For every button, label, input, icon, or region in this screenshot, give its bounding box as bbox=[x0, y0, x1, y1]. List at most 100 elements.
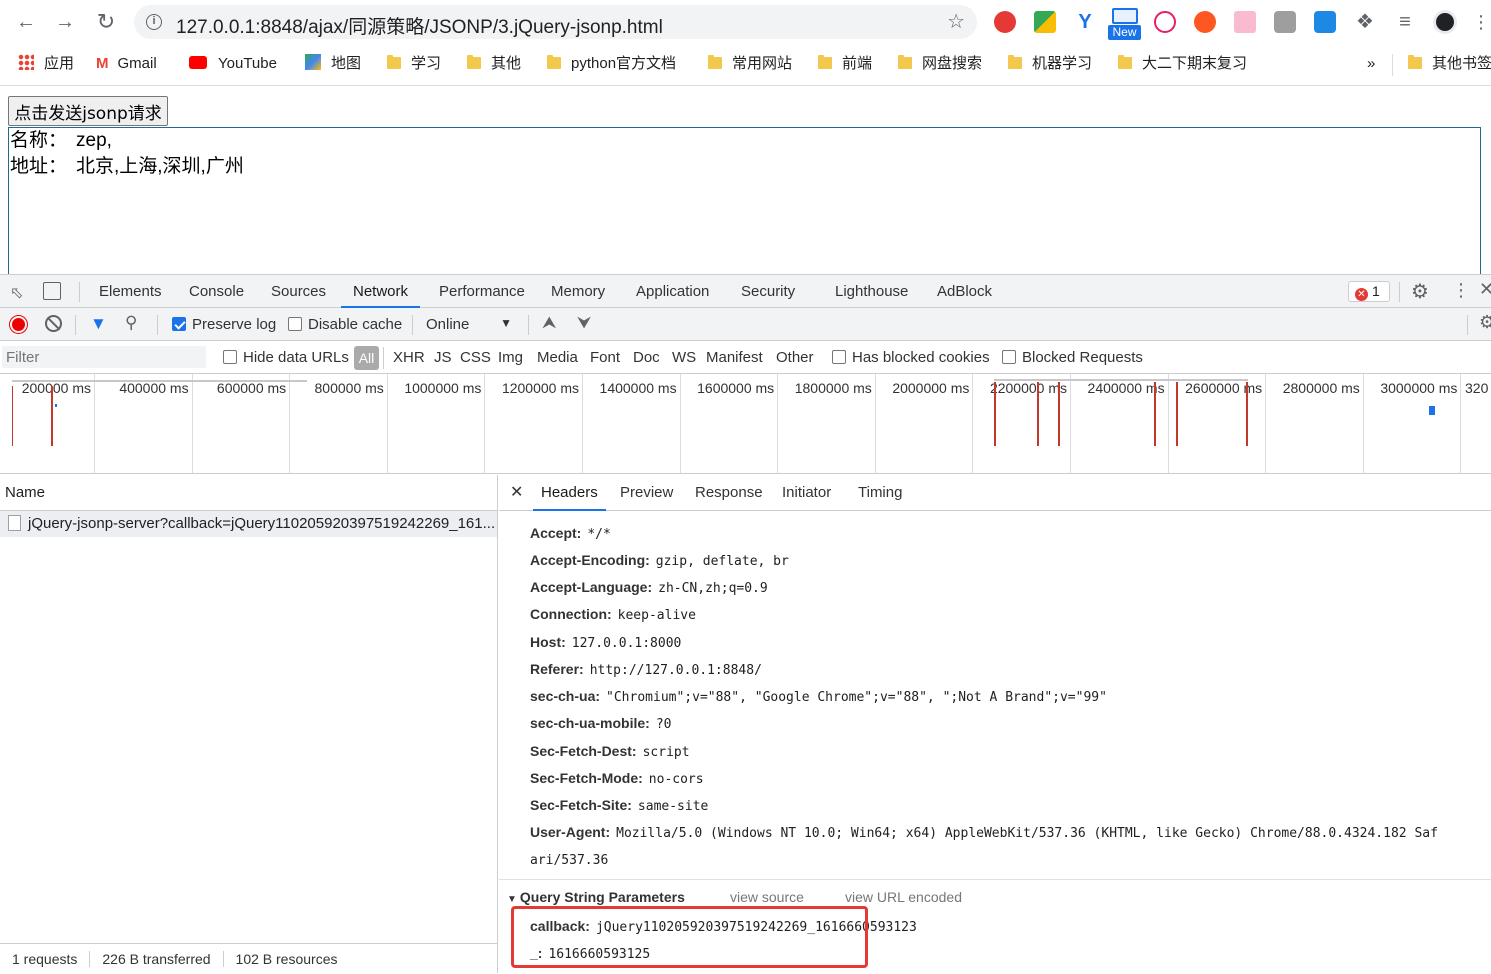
tab-performance[interactable]: Performance bbox=[439, 275, 525, 308]
network-overview-timeline[interactable]: 200000 ms 400000 ms 600000 ms 800000 ms 1000… bbox=[0, 374, 1491, 474]
bookmark-folder-frontend[interactable]: 前端 bbox=[818, 54, 872, 74]
reading-list-icon[interactable]: ≡ bbox=[1394, 11, 1416, 33]
tab-memory[interactable]: Memory bbox=[551, 275, 605, 308]
folder-icon bbox=[547, 55, 561, 69]
bookmark-folder-study[interactable]: 学习 bbox=[387, 54, 441, 74]
checkbox-checked-icon[interactable] bbox=[172, 317, 186, 331]
filter-funnel-icon[interactable]: ▼ bbox=[90, 314, 107, 334]
network-settings-icon[interactable]: ⚙ bbox=[1479, 312, 1491, 333]
type-filter-css[interactable]: CSS bbox=[460, 349, 491, 366]
checkbox-icon[interactable] bbox=[223, 350, 237, 364]
type-filter-xhr[interactable]: XHR bbox=[393, 349, 425, 366]
tab-application[interactable]: Application bbox=[636, 275, 709, 308]
request-row[interactable]: jQuery-jsonp-server?callback=jQuery11020… bbox=[0, 511, 497, 537]
type-filter-other[interactable]: Other bbox=[776, 349, 814, 366]
bookmark-folder-netdisk[interactable]: 网盘搜索 bbox=[898, 54, 982, 74]
tabs-extension-icon[interactable] bbox=[1274, 11, 1296, 33]
settings-gear-icon[interactable]: ⚙ bbox=[1411, 279, 1429, 304]
disable-cache-checkbox[interactable]: Disable cache bbox=[288, 316, 402, 333]
close-details-icon[interactable]: ✕ bbox=[510, 475, 523, 511]
type-filter-js[interactable]: JS bbox=[434, 349, 452, 366]
tab-network[interactable]: Network bbox=[341, 275, 421, 308]
infinity-extension-icon[interactable] bbox=[1194, 11, 1216, 33]
clear-icon[interactable] bbox=[45, 315, 62, 332]
site-info-icon[interactable]: i bbox=[146, 14, 162, 30]
tab-lighthouse[interactable]: Lighthouse bbox=[835, 275, 908, 308]
toolbar-divider bbox=[75, 315, 76, 335]
throttling-select[interactable]: Online ▼ bbox=[426, 316, 514, 333]
bookmark-youtube[interactable]: YouTube bbox=[189, 54, 277, 74]
bookmark-maps[interactable]: 地图 bbox=[305, 54, 361, 74]
bookmark-other-folder[interactable]: 其他书签 bbox=[1408, 54, 1491, 74]
device-toolbar-icon[interactable] bbox=[43, 282, 61, 300]
tab-adblock[interactable]: AdBlock bbox=[937, 275, 992, 308]
type-filter-font[interactable]: Font bbox=[590, 349, 620, 366]
type-filter-all[interactable]: All bbox=[354, 346, 379, 370]
import-har-icon[interactable]: ⮝ bbox=[542, 313, 556, 333]
bookmark-folder-sites[interactable]: 常用网站 bbox=[708, 54, 792, 74]
type-filter-img[interactable]: Img bbox=[498, 349, 523, 366]
has-blocked-cookies-checkbox[interactable]: Has blocked cookies bbox=[832, 349, 990, 366]
checkbox-icon[interactable] bbox=[1002, 350, 1016, 364]
view-source-link[interactable]: view source bbox=[730, 889, 804, 905]
preserve-log-checkbox[interactable]: Preserve log bbox=[172, 316, 276, 333]
tab-sources[interactable]: Sources bbox=[271, 275, 326, 308]
inspect-element-icon[interactable]: ⬁ bbox=[10, 283, 23, 303]
reload-icon[interactable]: ↻ bbox=[92, 8, 120, 36]
send-jsonp-button[interactable]: 点击发送jsonp请求 bbox=[8, 96, 168, 126]
type-filter-manifest[interactable]: Manifest bbox=[706, 349, 763, 366]
address-url[interactable]: 127.0.0.1:8848/ajax/同源策略/JSONP/3.jQuery-… bbox=[176, 12, 663, 39]
tab-preview[interactable]: Preview bbox=[620, 475, 673, 511]
forward-arrow-icon[interactable]: → bbox=[51, 8, 79, 36]
address-bar[interactable]: i 127.0.0.1:8848/ajax/同源策略/JSONP/3.jQuer… bbox=[134, 5, 977, 39]
tab-elements[interactable]: Elements bbox=[99, 275, 162, 308]
query-string-section-header[interactable]: ▼ Query String Parameters bbox=[507, 889, 685, 905]
bookmark-folder-review[interactable]: 大二下期末复习 bbox=[1118, 54, 1247, 74]
type-filter-doc[interactable]: Doc bbox=[633, 349, 660, 366]
error-count: 1 bbox=[1372, 283, 1380, 299]
header-name: Sec-Fetch-Dest: bbox=[530, 743, 637, 759]
new-extension-icon[interactable] bbox=[1112, 8, 1138, 24]
close-devtools-icon[interactable]: ✕ bbox=[1479, 279, 1491, 300]
type-filter-ws[interactable]: WS bbox=[672, 349, 696, 366]
tab-initiator[interactable]: Initiator bbox=[782, 475, 831, 511]
bookmarks-overflow-button[interactable]: » bbox=[1367, 54, 1375, 74]
header-sec-ch-ua: sec-ch-ua: "Chromium";v="88", "Google Chr… bbox=[530, 688, 1107, 705]
color-extension-icon[interactable] bbox=[1034, 11, 1056, 33]
bookmark-folder-other[interactable]: 其他 bbox=[467, 54, 521, 74]
tab-timing[interactable]: Timing bbox=[858, 475, 902, 511]
export-har-icon[interactable]: ⮟ bbox=[577, 313, 591, 333]
checkbox-icon[interactable] bbox=[288, 317, 302, 331]
y-extension-icon[interactable]: Y bbox=[1074, 11, 1096, 33]
profile-avatar[interactable] bbox=[1433, 10, 1457, 34]
blocked-requests-checkbox[interactable]: Blocked Requests bbox=[1002, 349, 1143, 366]
view-url-encoded-link[interactable]: view URL encoded bbox=[845, 889, 962, 905]
filter-input[interactable] bbox=[2, 346, 206, 368]
checkbox-label: Blocked Requests bbox=[1022, 349, 1143, 366]
bookmark-folder-python[interactable]: python官方文档 bbox=[547, 54, 676, 74]
bookmark-apps[interactable]: 应用 bbox=[18, 54, 74, 74]
bookmark-star-icon[interactable]: ☆ bbox=[947, 9, 965, 34]
bookmark-folder-ml[interactable]: 机器学习 bbox=[1008, 54, 1092, 74]
column-header-name[interactable]: Name bbox=[0, 475, 498, 511]
search-icon[interactable]: ⚲ bbox=[125, 313, 137, 333]
menu-dots-icon[interactable]: ⋮ bbox=[1472, 11, 1491, 33]
bookmark-gmail[interactable]: M Gmail bbox=[96, 54, 157, 74]
waterfall-marker bbox=[1429, 406, 1435, 415]
tab-console[interactable]: Console bbox=[189, 275, 244, 308]
adblock-extension-icon[interactable] bbox=[994, 11, 1016, 33]
error-counter[interactable]: ✕ 1 bbox=[1348, 281, 1390, 302]
extensions-puzzle-icon[interactable]: ❖ bbox=[1354, 11, 1376, 33]
type-filter-media[interactable]: Media bbox=[537, 349, 578, 366]
tab-headers[interactable]: Headers bbox=[533, 475, 606, 511]
record-extension-icon[interactable] bbox=[1154, 11, 1176, 33]
tab-response[interactable]: Response bbox=[695, 475, 763, 511]
hide-data-urls-checkbox[interactable]: Hide data URLs bbox=[223, 349, 349, 366]
bilibili-extension-icon[interactable] bbox=[1234, 11, 1256, 33]
hex-extension-icon[interactable] bbox=[1314, 11, 1336, 33]
tab-security[interactable]: Security bbox=[741, 275, 795, 308]
record-icon[interactable] bbox=[10, 316, 27, 333]
checkbox-icon[interactable] bbox=[832, 350, 846, 364]
devtools-menu-icon[interactable]: ⋮ bbox=[1452, 280, 1470, 301]
back-arrow-icon[interactable]: ← bbox=[12, 8, 40, 36]
